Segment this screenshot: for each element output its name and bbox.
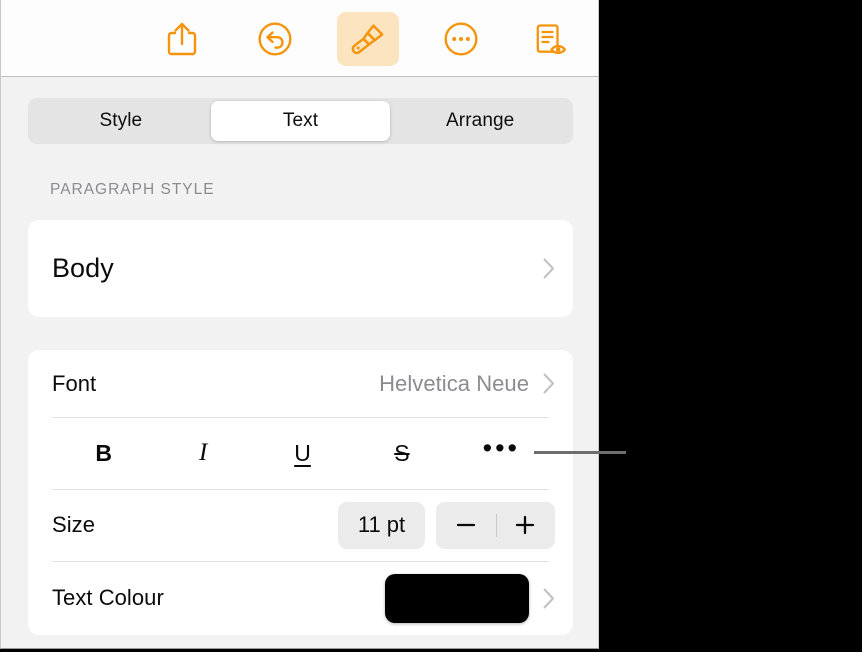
font-row-label: Font	[52, 370, 97, 396]
callout-leader-line	[534, 451, 626, 454]
stepper-separator	[495, 513, 497, 537]
tab-style[interactable]: Style	[31, 101, 211, 141]
chevron-right-icon	[543, 588, 555, 608]
plus-icon	[516, 515, 535, 535]
minus-icon	[456, 523, 475, 527]
paragraph-style-section-label: PARAGRAPH STYLE	[50, 181, 215, 198]
bold-button[interactable]: B	[54, 417, 153, 489]
strikethrough-button[interactable]: S	[352, 417, 451, 489]
size-decrease-button[interactable]	[436, 502, 496, 549]
toolbar	[1, 0, 598, 77]
underline-button[interactable]: U	[253, 417, 352, 489]
tab-text[interactable]: Text	[210, 101, 391, 141]
size-stepper	[436, 501, 556, 549]
chevron-right-icon	[543, 258, 555, 279]
format-brush-button[interactable]	[337, 12, 399, 66]
paragraph-style-row[interactable]: Body	[28, 220, 573, 317]
size-increase-button[interactable]	[496, 502, 556, 549]
undo-icon	[258, 22, 292, 56]
size-value-field[interactable]: 11 pt	[338, 501, 425, 549]
font-row-value: Helvetica Neue	[379, 370, 529, 396]
text-colour-swatch[interactable]	[385, 573, 529, 623]
share-button[interactable]	[151, 12, 213, 66]
inspector-tabs: Style Text Arrange	[28, 98, 573, 144]
paragraph-style-value: Body	[52, 253, 114, 283]
share-icon	[167, 22, 197, 56]
brush-icon	[351, 24, 384, 55]
segmented-control: Style Text Arrange	[28, 98, 573, 144]
paragraph-style-card[interactable]: Body	[28, 220, 573, 317]
screenshot-root: Style Text Arrange PARAGRAPH STYLE Body …	[0, 0, 862, 652]
format-buttons-row: B I U S •••	[28, 417, 573, 489]
tab-arrange[interactable]: Arrange	[390, 101, 570, 141]
document-view-icon	[536, 24, 567, 55]
more-options-button[interactable]	[430, 12, 492, 66]
chevron-right-icon	[543, 373, 555, 394]
italic-button[interactable]: I	[153, 417, 252, 489]
font-row[interactable]: Font Helvetica Neue	[28, 350, 573, 417]
text-colour-row[interactable]: Text Colour	[28, 561, 573, 635]
more-icon	[444, 22, 478, 56]
text-format-card: Font Helvetica Neue B I U S ••• Size 11 …	[28, 350, 573, 635]
text-colour-label: Text Colour	[52, 585, 164, 610]
size-row: Size 11 pt	[28, 489, 573, 561]
size-row-label: Size	[52, 512, 95, 537]
format-inspector-panel: Style Text Arrange PARAGRAPH STYLE Body …	[0, 0, 599, 649]
document-view-button[interactable]	[519, 12, 581, 66]
undo-button[interactable]	[244, 12, 306, 66]
